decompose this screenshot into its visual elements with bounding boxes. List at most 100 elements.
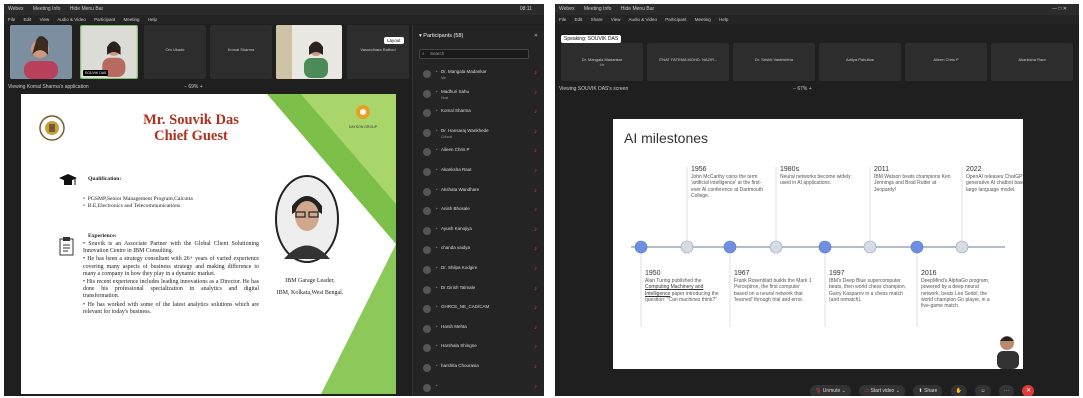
video-tile-active-speaker[interactable]: SOUVIK DAS [80,25,138,79]
video-tile[interactable]: Komal Sharma [210,25,272,79]
menu-meeting[interactable]: Meeting [124,17,140,22]
participant-row[interactable]: ◔ Akanksha Raut ♪ [417,163,543,183]
video-tile[interactable]: Aileen Chris P [905,43,987,81]
shared-slide: Mr. Souvik Das Chief Guest DAYSON GROUP … [21,94,396,394]
menu-view[interactable]: View [40,17,50,22]
mic-muted-icon[interactable]: ♪ [534,168,537,174]
menu-edit[interactable]: Edit [24,17,32,22]
video-tile[interactable] [10,25,72,79]
avatar [423,89,431,98]
milestone-year: 2011 [874,166,890,173]
video-tile[interactable]: Vasundhara Rathod [347,25,409,79]
participant-row[interactable]: ◔ chanda vaidya ♪ [417,241,543,261]
participant-row[interactable]: ◔ Aileen Chris P ♪ [417,143,543,163]
mic-muted-icon[interactable]: ♪ [534,384,537,390]
avatar [423,305,431,314]
menu-help[interactable]: Help [148,17,157,22]
milestone-bottom: 2016 DeepMind's AlphaGo program, powered … [921,270,999,309]
participant-row[interactable]: ◔ GHRCE_NE_CAD/CAM ♪ [417,300,543,320]
hide-menu-bar-link[interactable]: Hide Menu Bar [70,6,103,12]
participant-row[interactable]: ◔ Harshala Shingne ♪ [417,339,543,359]
menu-file[interactable]: File [8,17,15,22]
video-tile[interactable]: Akanksha Raut [991,43,1073,81]
video-tile[interactable]: Dr. Mangala Madankar Me [561,43,643,81]
mic-muted-icon[interactable]: ♪ [534,266,537,272]
participant-row[interactable]: ◔ ♪ [417,379,543,397]
unmute-button[interactable]: 🎙 Unmute ⌄ [810,384,851,396]
zoom-control[interactable]: − 67% + [793,84,812,94]
mic-muted-icon[interactable]: ♪ [534,188,537,194]
timeline-svg [631,167,1005,327]
audio-icon: ◔ [435,225,438,231]
meeting-info-link[interactable]: Meeting Info [584,6,612,12]
mic-muted-icon[interactable]: ♪ [534,109,537,115]
speaker-portrait [275,175,339,263]
mic-muted-icon[interactable]: ♪ [534,129,537,135]
audio-icon: ◔ [435,245,438,251]
participant-row[interactable]: ◔ Dr.Girish Talmale ♪ [417,281,543,301]
layout-button[interactable]: Layout [384,37,404,44]
video-tile[interactable] [276,25,342,79]
mic-muted-icon[interactable]: ♪ [534,70,537,76]
start-video-button[interactable]: ▭ Start video ⌄ [859,384,905,396]
mic-muted-icon[interactable]: ♪ [534,90,537,96]
mic-muted-icon[interactable]: ♪ [534,286,537,292]
participant-row[interactable]: ◔ Anish Bhosale ♪ [417,202,543,222]
video-tile[interactable]: Aditya Pahulkar [819,43,901,81]
hide-menu-bar-link[interactable]: Hide Menu Bar [621,6,654,12]
tile-name: Vasundhara Rathod [360,47,396,52]
menu-help[interactable]: Help [719,17,728,22]
mic-muted-icon[interactable]: ♪ [534,344,537,350]
zoom-control[interactable]: − 69% + [184,82,203,92]
audio-icon: ◔ [435,88,438,94]
participants-search-input[interactable]: ⌕ Search [419,49,529,59]
more-options-button[interactable]: ··· [999,384,1015,396]
video-tile[interactable]: Dr. Srishti Vashishtha [733,43,815,81]
menu-file[interactable]: File [559,17,566,22]
milestone-text: OpenAI releases ChatGPT, a generative AI… [966,174,1023,193]
menu-view[interactable]: View [611,17,621,22]
mic-muted-icon[interactable]: ♪ [534,246,537,252]
qualification-heading: Qualification: [88,176,122,182]
mic-muted-icon[interactable]: ♪ [534,325,537,331]
participant-row[interactable]: ◔ Harsh Mehta ♪ [417,320,543,340]
menu-share[interactable]: Share [591,17,603,22]
close-panel-icon[interactable]: ✕ [534,33,538,39]
participant-row[interactable]: ◔ harshita Chourasia ♪ [417,359,543,379]
window-controls[interactable]: — □ ✕ [1052,4,1067,15]
participant-row[interactable]: ◔ Akshata Wandhare ♪ [417,183,543,203]
video-tile[interactable]: ITNAT FATEMA MOHD. NAZIR... [647,43,729,81]
menu-audio-video[interactable]: Audio & Video [57,17,85,22]
meeting-info-link[interactable]: Meeting Info [33,6,61,12]
tile-name: Dr. Mangala Madankar [581,57,623,62]
meeting-controls: 🎙 Unmute ⌄ ▭ Start video ⌄ ⬆ Share ✋ ☺ ·… [810,382,1035,396]
menu-meeting[interactable]: Meeting [695,17,711,22]
viewing-label: Viewing Komal Sharma's application [8,84,89,90]
end-call-button[interactable]: ✕ [1022,384,1035,396]
participant-row[interactable]: ◔ Madhuri Sahu Host ♪ [417,85,543,105]
avatar [423,383,431,392]
participant-row[interactable]: ◔ Ayush Kanojiya ♪ [417,222,543,242]
milestone-text: Frank Rosenblatt builds the Mark 1 Perce… [734,278,812,303]
mic-muted-icon[interactable]: ♪ [534,207,537,213]
reactions-icon[interactable]: ☺ [975,384,991,396]
menu-participant[interactable]: Participant [665,17,686,22]
mic-muted-icon[interactable]: ♪ [534,148,537,154]
participant-row[interactable]: ◔ Dr. Mangala Madankar Me ♪ [417,65,543,85]
speaker-name: Mr. Souvik Das [143,112,239,128]
mic-muted-icon[interactable]: ♪ [534,227,537,233]
menu-edit[interactable]: Edit [575,17,583,22]
participant-row[interactable]: ◔ Dr. Hansaraj Wankhede Cohost ♪ [417,124,543,144]
webex-app-label: Webex [8,6,24,12]
share-button[interactable]: ⬆ Share [913,384,943,396]
participant-row[interactable]: ◔ Komal Sharma ♪ [417,104,543,124]
hand-icon[interactable]: ✋ [950,384,968,396]
video-tile[interactable]: Om Ukade [144,25,206,79]
participant-name: harshita Chourasia [441,362,479,368]
menu-audio-video[interactable]: Audio & Video [629,17,657,22]
mic-muted-icon[interactable]: ♪ [534,305,537,311]
milestone-top: 2022OpenAI releases ChatGPT, a generativ… [966,166,1023,193]
mic-muted-icon[interactable]: ♪ [534,364,537,370]
participant-row[interactable]: ◔ Dr. Shilpa Kodgire ♪ [417,261,543,281]
menu-participant[interactable]: Participant [94,17,115,22]
